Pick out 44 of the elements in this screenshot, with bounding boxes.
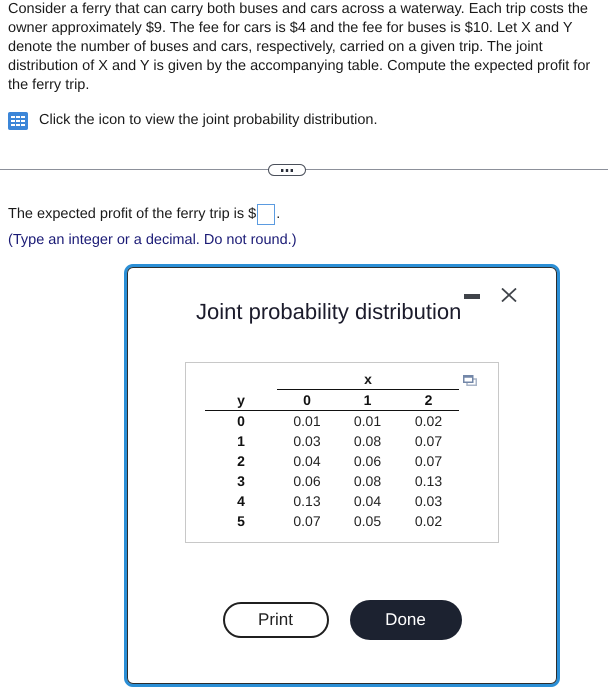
table-cell: 0.01	[293, 413, 321, 429]
overlapping-windows-icon[interactable]	[463, 375, 478, 386]
table-cell: 0.06	[293, 473, 321, 489]
table-cell: 0.03	[293, 433, 321, 449]
problem-text: Consider a ferry that can carry both buses and cars across a waterway. Each trip costs the owner approximately $9. The fee for cars is $4 and the fee for buses is $10. Let X and Y denote the number of buses and cars, respectively, carried on a given trip. The joint distribution of X and Y is given by the accompanying table. Compute the expected profit for the ferry trip.	[8, 0, 592, 95]
ellipsis-icon	[281, 168, 293, 172]
table-cell: 0.07	[414, 453, 442, 469]
row-header: 4	[237, 493, 245, 509]
table-cell: 0.03	[414, 493, 442, 509]
close-icon[interactable]	[501, 288, 518, 302]
row-header: 2	[237, 453, 245, 469]
row-variable-header: y	[237, 392, 245, 408]
table-cell: 0.13	[293, 493, 321, 509]
period-text: .	[276, 206, 280, 222]
table-cell: 0.13	[414, 473, 442, 489]
column-header: 0	[303, 392, 311, 408]
column-header: 2	[424, 392, 432, 408]
table-cell: 0.07	[293, 513, 321, 529]
primary-button[interactable]: Done	[350, 600, 462, 640]
table-cell: 0.02	[414, 513, 442, 529]
table-cell: 0.06	[354, 453, 382, 469]
table-cell: 0.05	[354, 513, 382, 529]
column-variable-header: x	[364, 371, 372, 387]
answer-prompt: The expected profit of the ferry trip is $	[8, 206, 256, 222]
ellipsis-button[interactable]	[268, 164, 306, 176]
table-cell: 0.08	[354, 433, 382, 449]
table-cell: 0.04	[293, 453, 321, 469]
secondary-button[interactable]: Print	[222, 602, 328, 638]
answer-field[interactable]	[257, 204, 276, 224]
row-header: 0	[237, 413, 245, 429]
row-header: 3	[237, 473, 245, 489]
dialog-title: Joint probability distribution	[196, 299, 462, 325]
instruction-text: Click the icon to view the joint probability distribution.	[39, 111, 378, 130]
table-cell: 0.08	[354, 473, 382, 489]
table-icon[interactable]	[8, 112, 28, 130]
column-header: 1	[364, 392, 372, 408]
row-header: 5	[237, 513, 245, 529]
row-header: 1	[237, 433, 245, 449]
table-cell: 0.04	[354, 493, 382, 509]
minimize-icon[interactable]	[464, 294, 480, 299]
table-cell: 0.02	[414, 413, 442, 429]
hint-text: (Type an integer or a decimal. Do not round.)	[8, 231, 298, 250]
table-cell: 0.01	[354, 413, 382, 429]
table-cell: 0.07	[414, 433, 442, 449]
